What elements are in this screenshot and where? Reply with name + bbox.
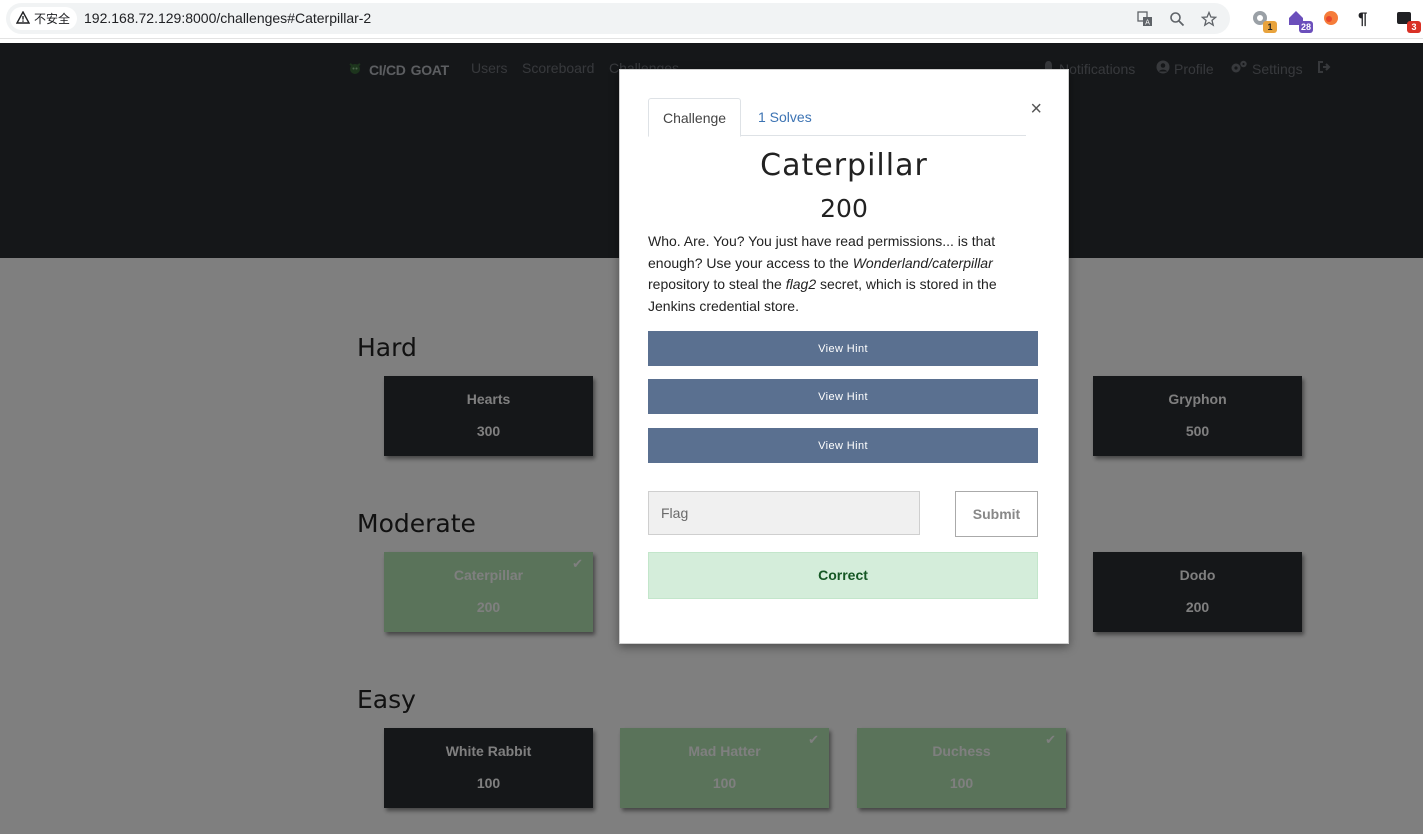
security-indicator[interactable]: 不安全 <box>10 7 78 30</box>
bookmark-star-icon[interactable] <box>1200 10 1218 27</box>
challenge-value: 200 <box>820 194 868 223</box>
flag-input[interactable] <box>648 491 920 535</box>
view-hint-button-1[interactable]: View Hint <box>648 331 1038 366</box>
extension-5-badge: 3 <box>1407 21 1421 33</box>
submit-button[interactable]: Submit <box>955 491 1038 537</box>
url-text[interactable]: 192.168.72.129:8000/challenges#Caterpill… <box>84 10 371 26</box>
view-hint-button-3[interactable]: View Hint <box>648 428 1038 463</box>
security-label: 不安全 <box>34 12 71 26</box>
description-text-2: repository to steal the <box>648 276 786 292</box>
svg-text:A: A <box>1145 19 1150 27</box>
close-icon[interactable]: × <box>1030 98 1042 121</box>
extension-3-icon[interactable] <box>1322 9 1342 29</box>
extension-1-badge: 1 <box>1263 21 1277 33</box>
warning-icon <box>15 10 31 27</box>
result-message: Correct <box>648 552 1038 599</box>
pilcrow-extension-icon[interactable]: ¶ <box>1358 9 1378 29</box>
extension-1-icon[interactable]: 1 <box>1251 9 1277 33</box>
extension-5-icon[interactable]: 3 <box>1395 9 1421 33</box>
view-hint-button-2[interactable]: View Hint <box>648 379 1038 414</box>
extension-2-icon[interactable]: 28 <box>1287 9 1313 33</box>
address-bar[interactable]: 不安全 192.168.72.129:8000/challenges#Cater… <box>6 3 1230 34</box>
browser-toolbar: 不安全 192.168.72.129:8000/challenges#Cater… <box>0 0 1423 39</box>
description-secret: flag2 <box>785 276 817 292</box>
tab-challenge[interactable]: Challenge <box>648 98 742 137</box>
tab-solves[interactable]: 1 Solves <box>744 98 826 134</box>
description-repo: Wonderland/caterpillar <box>852 254 993 271</box>
translate-icon[interactable]: A <box>1136 11 1154 27</box>
challenge-title: Caterpillar <box>760 148 928 183</box>
challenge-description: Who. Are. You? You just have read permis… <box>648 231 1033 317</box>
extension-2-badge: 28 <box>1299 21 1313 33</box>
modal-tabs: Challenge 1 Solves <box>648 98 1026 137</box>
zoom-icon[interactable] <box>1168 11 1186 27</box>
challenge-modal: × Challenge 1 Solves Caterpillar 200 Who… <box>619 69 1069 644</box>
